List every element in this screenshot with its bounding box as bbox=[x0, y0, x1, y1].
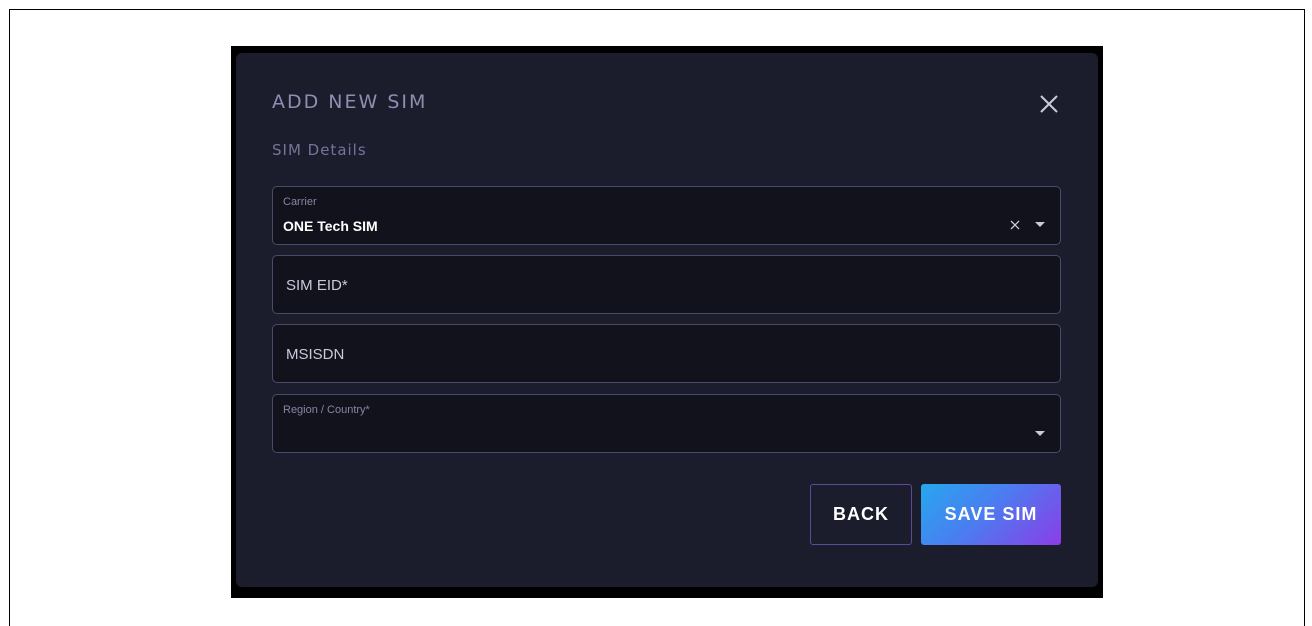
back-button[interactable]: BACK bbox=[810, 484, 912, 545]
carrier-select[interactable]: Carrier ONE Tech SIM bbox=[272, 186, 1061, 245]
save-sim-button[interactable]: SAVE SIM bbox=[921, 484, 1061, 545]
close-button[interactable] bbox=[1034, 89, 1064, 119]
sim-eid-field[interactable]: SIM EID* bbox=[272, 255, 1061, 314]
section-label: SIM Details bbox=[272, 141, 367, 159]
close-icon bbox=[1040, 95, 1058, 113]
region-country-select[interactable]: Region / Country* bbox=[272, 394, 1061, 453]
clear-icon[interactable] bbox=[1010, 217, 1020, 230]
region-country-label: Region / Country* bbox=[283, 404, 370, 416]
msisdn-placeholder: MSISDN bbox=[286, 346, 345, 363]
carrier-value: ONE Tech SIM bbox=[283, 218, 378, 234]
chevron-down-icon[interactable] bbox=[1035, 222, 1045, 227]
sim-eid-placeholder: SIM EID* bbox=[286, 277, 348, 294]
add-sim-dialog: ADD NEW SIM SIM Details Carrier ONE Tech… bbox=[236, 53, 1098, 587]
carrier-label: Carrier bbox=[283, 196, 317, 208]
dialog-title: ADD NEW SIM bbox=[272, 91, 428, 113]
msisdn-field[interactable]: MSISDN bbox=[272, 324, 1061, 383]
chevron-down-icon[interactable] bbox=[1035, 431, 1045, 436]
